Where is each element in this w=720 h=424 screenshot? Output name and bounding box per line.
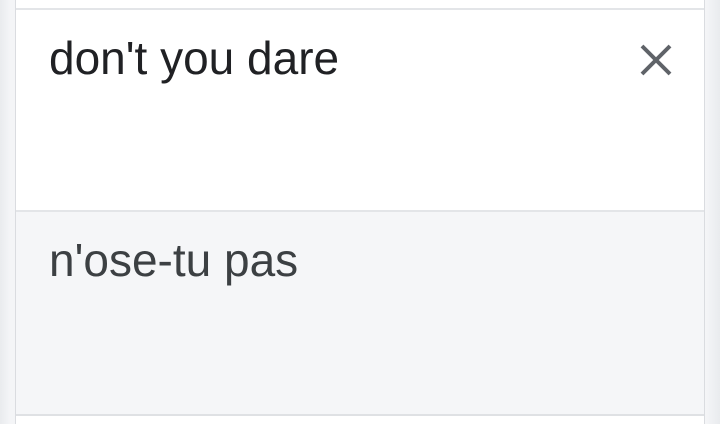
source-text[interactable]: don't you dare <box>49 32 339 84</box>
clear-button[interactable] <box>628 32 684 88</box>
close-icon <box>640 44 672 76</box>
translation-card: don't you dare n'ose-tu pas <box>15 0 705 424</box>
top-divider <box>16 0 704 10</box>
translation-result-panel[interactable]: n'ose-tu pas <box>16 212 704 414</box>
translate-view: don't you dare n'ose-tu pas <box>0 0 720 424</box>
translated-text: n'ose-tu pas <box>49 234 299 286</box>
bottom-strip <box>16 416 704 424</box>
source-input-panel[interactable]: don't you dare <box>16 10 704 210</box>
